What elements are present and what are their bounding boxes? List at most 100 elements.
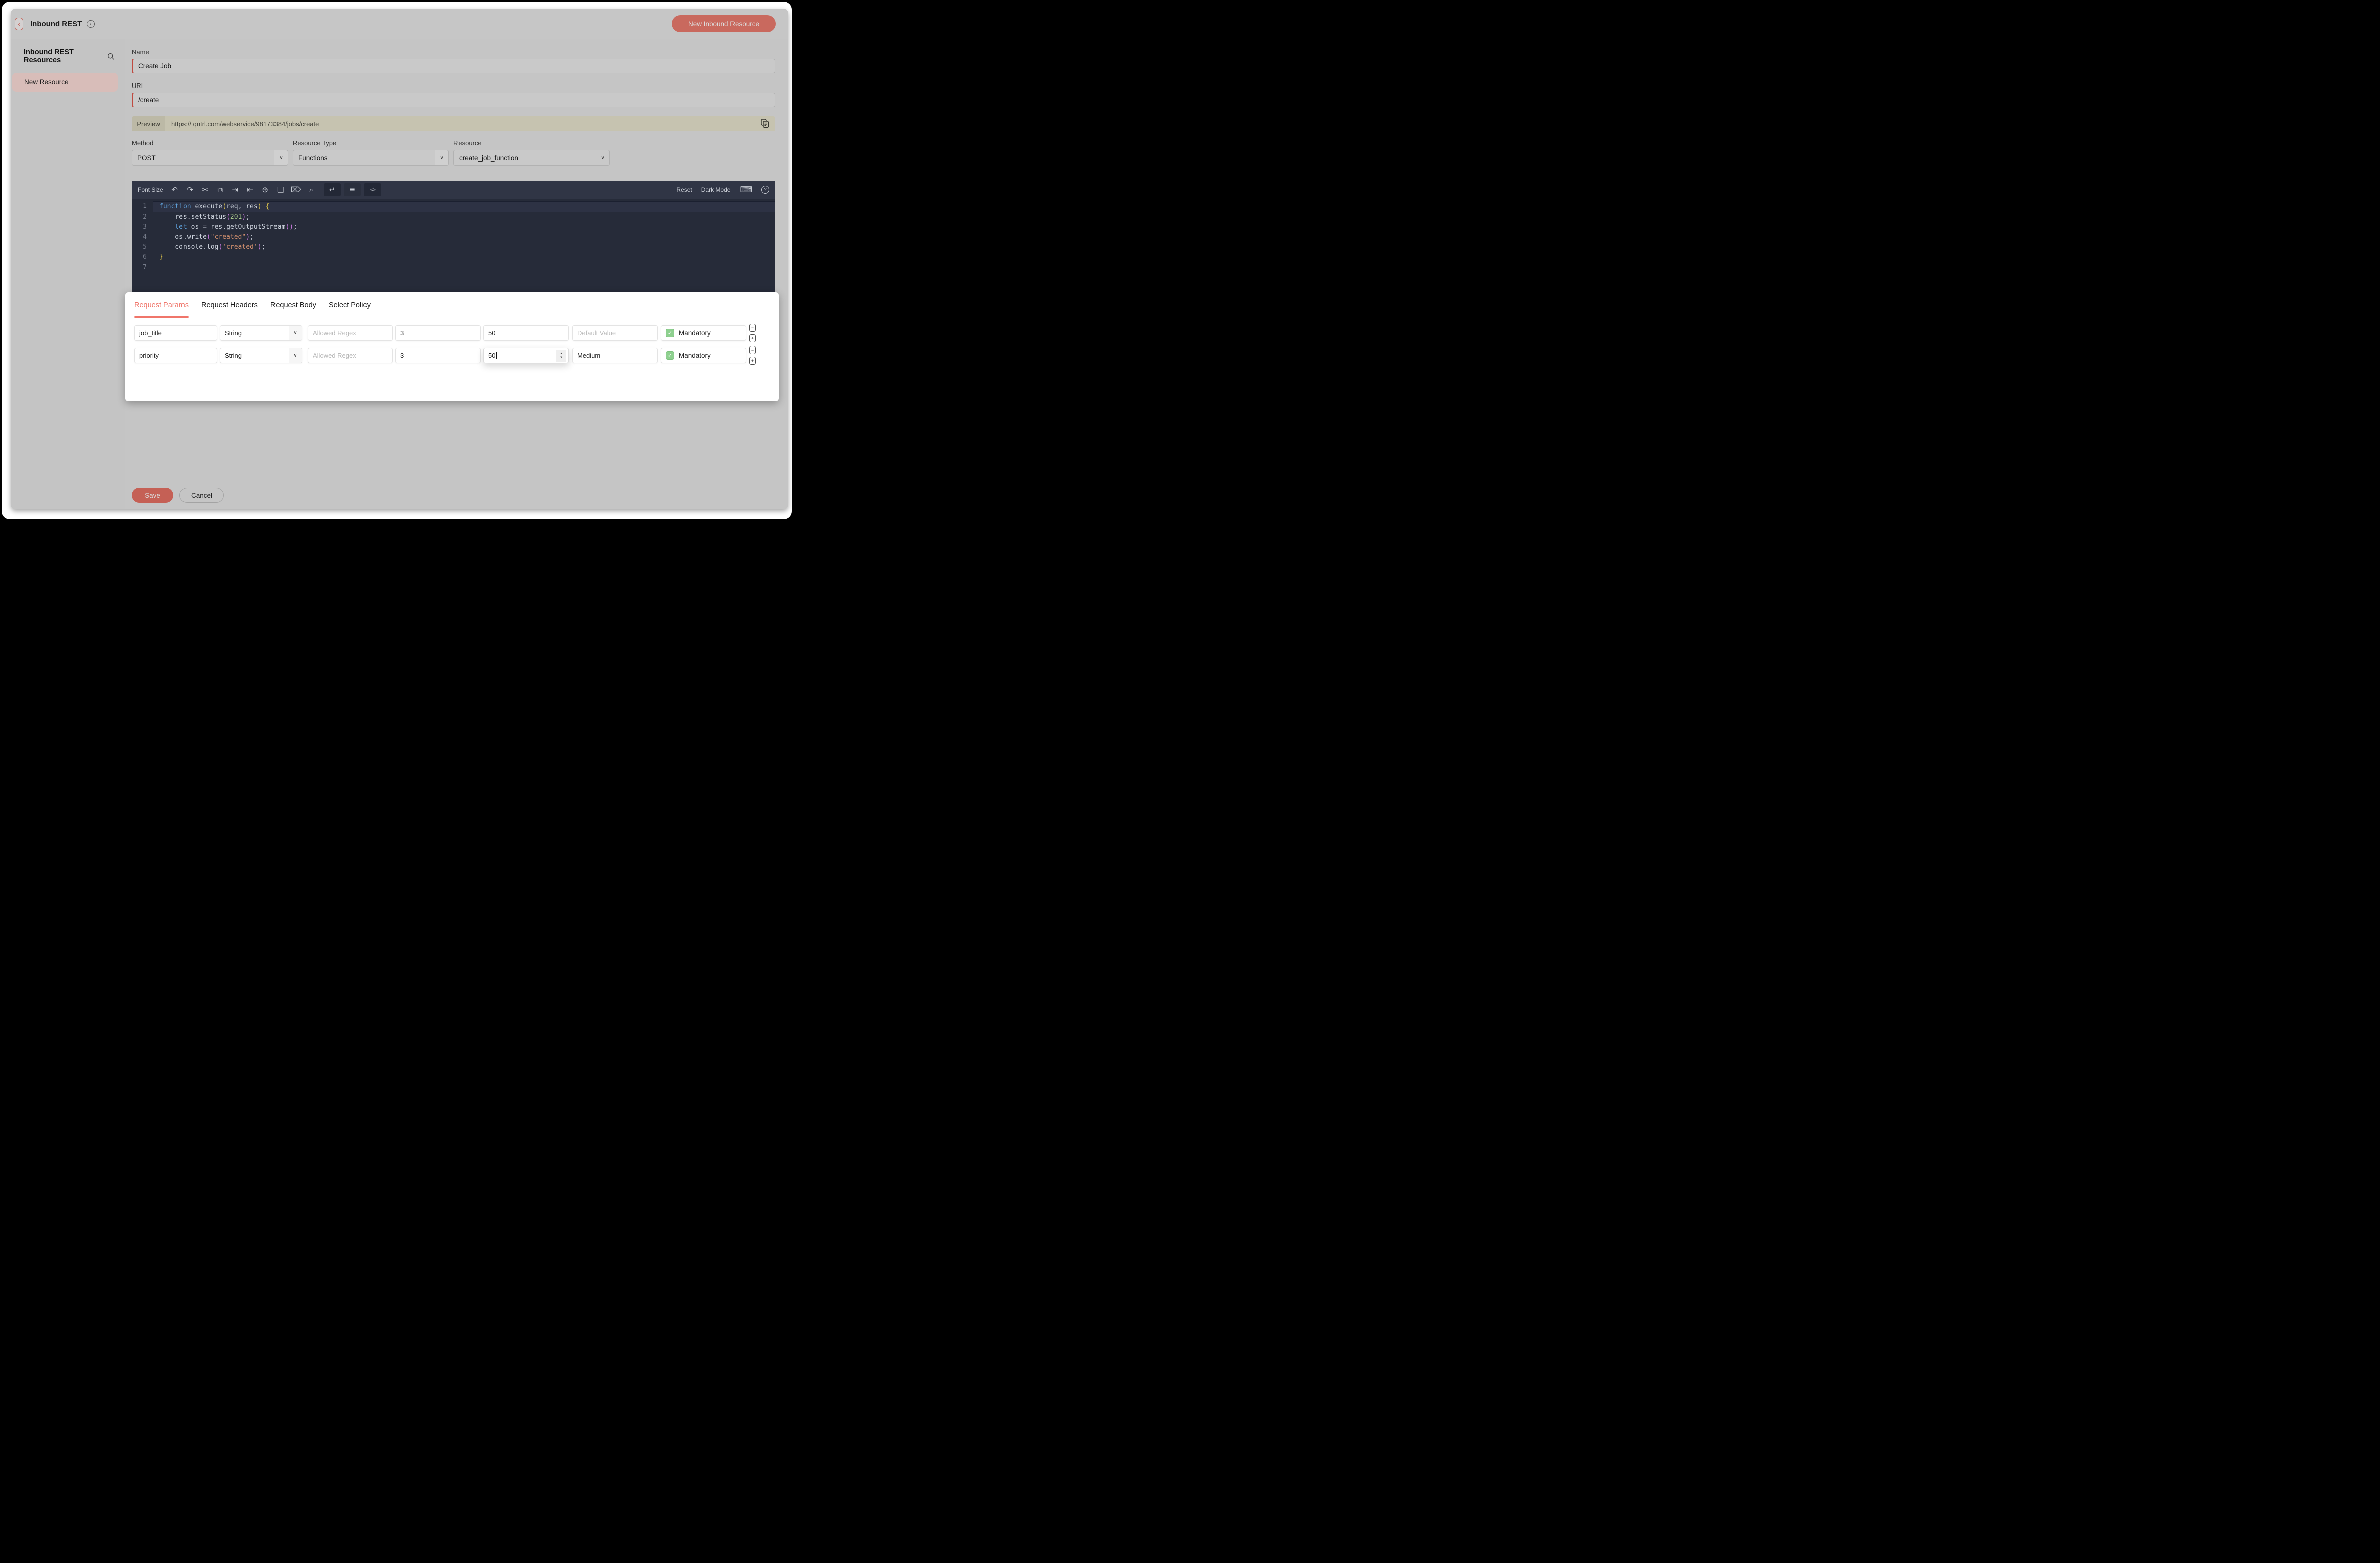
reset-button[interactable]: Reset: [676, 186, 692, 193]
name-label: Name: [132, 48, 149, 56]
code-line: 5 console.log('created');: [132, 242, 775, 252]
add-param-button[interactable]: +: [749, 357, 756, 365]
mandatory-field: ✓ Mandatory: [661, 348, 746, 363]
window-frame: ‹ Inbound REST i New Inbound Resource In…: [2, 2, 792, 519]
word-wrap-icon[interactable]: ↵: [323, 183, 341, 196]
copy-url-icon[interactable]: [761, 119, 769, 128]
param-default-input[interactable]: Default Value: [572, 325, 658, 341]
param-regex-input[interactable]: Allowed Regex: [308, 348, 393, 363]
help-icon[interactable]: ?: [761, 186, 769, 194]
line-number: 5: [143, 243, 147, 251]
param-max-value: 50: [488, 329, 496, 337]
back-button[interactable]: ‹: [15, 17, 23, 30]
indent-right-icon[interactable]: ⇥: [229, 183, 241, 196]
keyboard-shortcuts-icon[interactable]: ⌨: [740, 185, 752, 195]
param-max-input[interactable]: 50: [483, 325, 569, 341]
preview-url: https:// qntrl.com/webservice/98173384/j…: [171, 120, 319, 128]
info-icon[interactable]: i: [87, 20, 95, 28]
code-line: 3 let os = res.getOutputStream();: [132, 222, 775, 232]
param-type-select[interactable]: String ∨: [220, 325, 302, 341]
mandatory-label: Mandatory: [679, 329, 711, 337]
param-min-input[interactable]: 3: [395, 325, 481, 341]
code-area[interactable]: 1 function execute(req, res) {2 res.setSt…: [132, 199, 775, 294]
tab-request-body[interactable]: Request Body: [270, 292, 316, 318]
chevron-down-icon: ∨: [601, 155, 605, 161]
indent-left-icon[interactable]: ⇤: [244, 183, 256, 196]
chevron-down-icon: ∨: [293, 330, 297, 336]
param-type-value: String: [225, 329, 242, 337]
delete-icon[interactable]: ⌦: [290, 183, 302, 196]
code-text: os.write("created");: [159, 233, 254, 241]
save-button[interactable]: Save: [132, 488, 173, 503]
method-select[interactable]: POST ∨: [132, 150, 288, 166]
page-title: Inbound REST: [30, 19, 82, 28]
mandatory-field: ✓ Mandatory: [661, 325, 746, 341]
font-size-button[interactable]: Font Size: [138, 186, 163, 193]
param-type-select[interactable]: String ∨: [220, 348, 302, 363]
stepper-up-icon[interactable]: ▲: [560, 352, 563, 355]
line-number: 7: [143, 264, 147, 271]
line-number: 1: [143, 202, 147, 210]
duplicate-icon[interactable]: ⊕: [259, 183, 271, 196]
param-regex-input[interactable]: Allowed Regex: [308, 325, 393, 341]
line-options-icon[interactable]: ≣: [343, 183, 361, 196]
param-name-input[interactable]: priority: [134, 348, 217, 363]
code-line: 6}: [132, 252, 775, 263]
text-caret: [496, 352, 497, 359]
tab-select-policy[interactable]: Select Policy: [329, 292, 371, 318]
remove-param-button[interactable]: −: [749, 324, 756, 332]
code-editor: Font Size ↶ ↷ ✂ ⧉ ⇥ ⇤ ⊕ ❏ ⌦ ⌕ ↵ ≣ </> Reset Dark Mod…: [132, 181, 775, 294]
comment-icon[interactable]: ❏: [274, 183, 287, 196]
param-max-input[interactable]: 50 ▲ ▼: [483, 348, 569, 363]
resource-select[interactable]: create_job_function ∨: [453, 150, 610, 166]
chevron-down-icon: ∨: [440, 155, 444, 161]
line-number: 6: [143, 253, 147, 261]
resource-type-select[interactable]: Functions ∨: [293, 150, 449, 166]
remove-param-button[interactable]: −: [749, 346, 756, 354]
tab-request-params[interactable]: Request Params: [134, 292, 189, 318]
code-text: function execute(req, res) {: [153, 201, 775, 212]
code-line: 1 function execute(req, res) {: [132, 201, 775, 212]
search-code-icon[interactable]: ⌕: [305, 183, 317, 196]
cancel-button[interactable]: Cancel: [179, 488, 224, 503]
cut-icon[interactable]: ✂: [199, 183, 211, 196]
mandatory-checkbox[interactable]: ✓: [666, 351, 674, 360]
param-min-input[interactable]: 3: [395, 348, 481, 363]
mandatory-checkbox[interactable]: ✓: [666, 329, 674, 337]
method-label: Method: [132, 139, 154, 147]
undo-icon[interactable]: ↶: [169, 183, 181, 196]
param-name-input[interactable]: job_title: [134, 325, 217, 341]
mandatory-label: Mandatory: [679, 352, 711, 359]
new-inbound-resource-button[interactable]: New Inbound Resource: [672, 15, 776, 32]
stepper-down-icon[interactable]: ▼: [560, 356, 563, 359]
chevron-down-icon: ∨: [279, 155, 283, 161]
redo-icon[interactable]: ↷: [184, 183, 196, 196]
number-stepper[interactable]: ▲ ▼: [556, 350, 566, 362]
preview-label: Preview: [132, 116, 165, 131]
code-text: let os = res.getOutputStream();: [175, 223, 297, 231]
add-param-button[interactable]: +: [749, 334, 756, 342]
sidebar-item-new-resource[interactable]: New Resource: [12, 73, 118, 92]
param-default-input[interactable]: Medium: [572, 348, 658, 363]
sidebar-title: Inbound REST Resources: [24, 48, 74, 64]
url-input[interactable]: /create: [132, 93, 775, 107]
request-params-panel: Request Params Request Headers Request Bod…: [125, 292, 779, 401]
param-type-value: String: [225, 352, 242, 359]
code-format-icon[interactable]: </>: [363, 183, 381, 196]
page-header: ‹ Inbound REST i New Inbound Resource: [11, 9, 788, 39]
param-row: priority String ∨ Allowed Regex 3 50 ▲ ▼ Medium ✓…: [134, 346, 759, 365]
line-number: 4: [143, 233, 147, 241]
name-input[interactable]: Create Job: [132, 59, 775, 73]
tab-request-headers[interactable]: Request Headers: [201, 292, 258, 318]
search-icon[interactable]: [107, 53, 115, 60]
dark-mode-button[interactable]: Dark Mode: [701, 186, 731, 193]
param-row: job_title String ∨ Allowed Regex 3 50 Default …: [134, 324, 759, 342]
code-line: 7: [132, 263, 775, 273]
copy-icon[interactable]: ⧉: [214, 183, 226, 196]
preview-bar: Preview https:// qntrl.com/webservice/98…: [132, 116, 775, 131]
line-number: 2: [143, 213, 147, 221]
sidebar: Inbound REST Resources New Resource: [11, 39, 125, 509]
resource-type-label: Resource Type: [293, 139, 337, 147]
url-label: URL: [132, 82, 145, 90]
chevron-down-icon: ∨: [293, 353, 297, 358]
